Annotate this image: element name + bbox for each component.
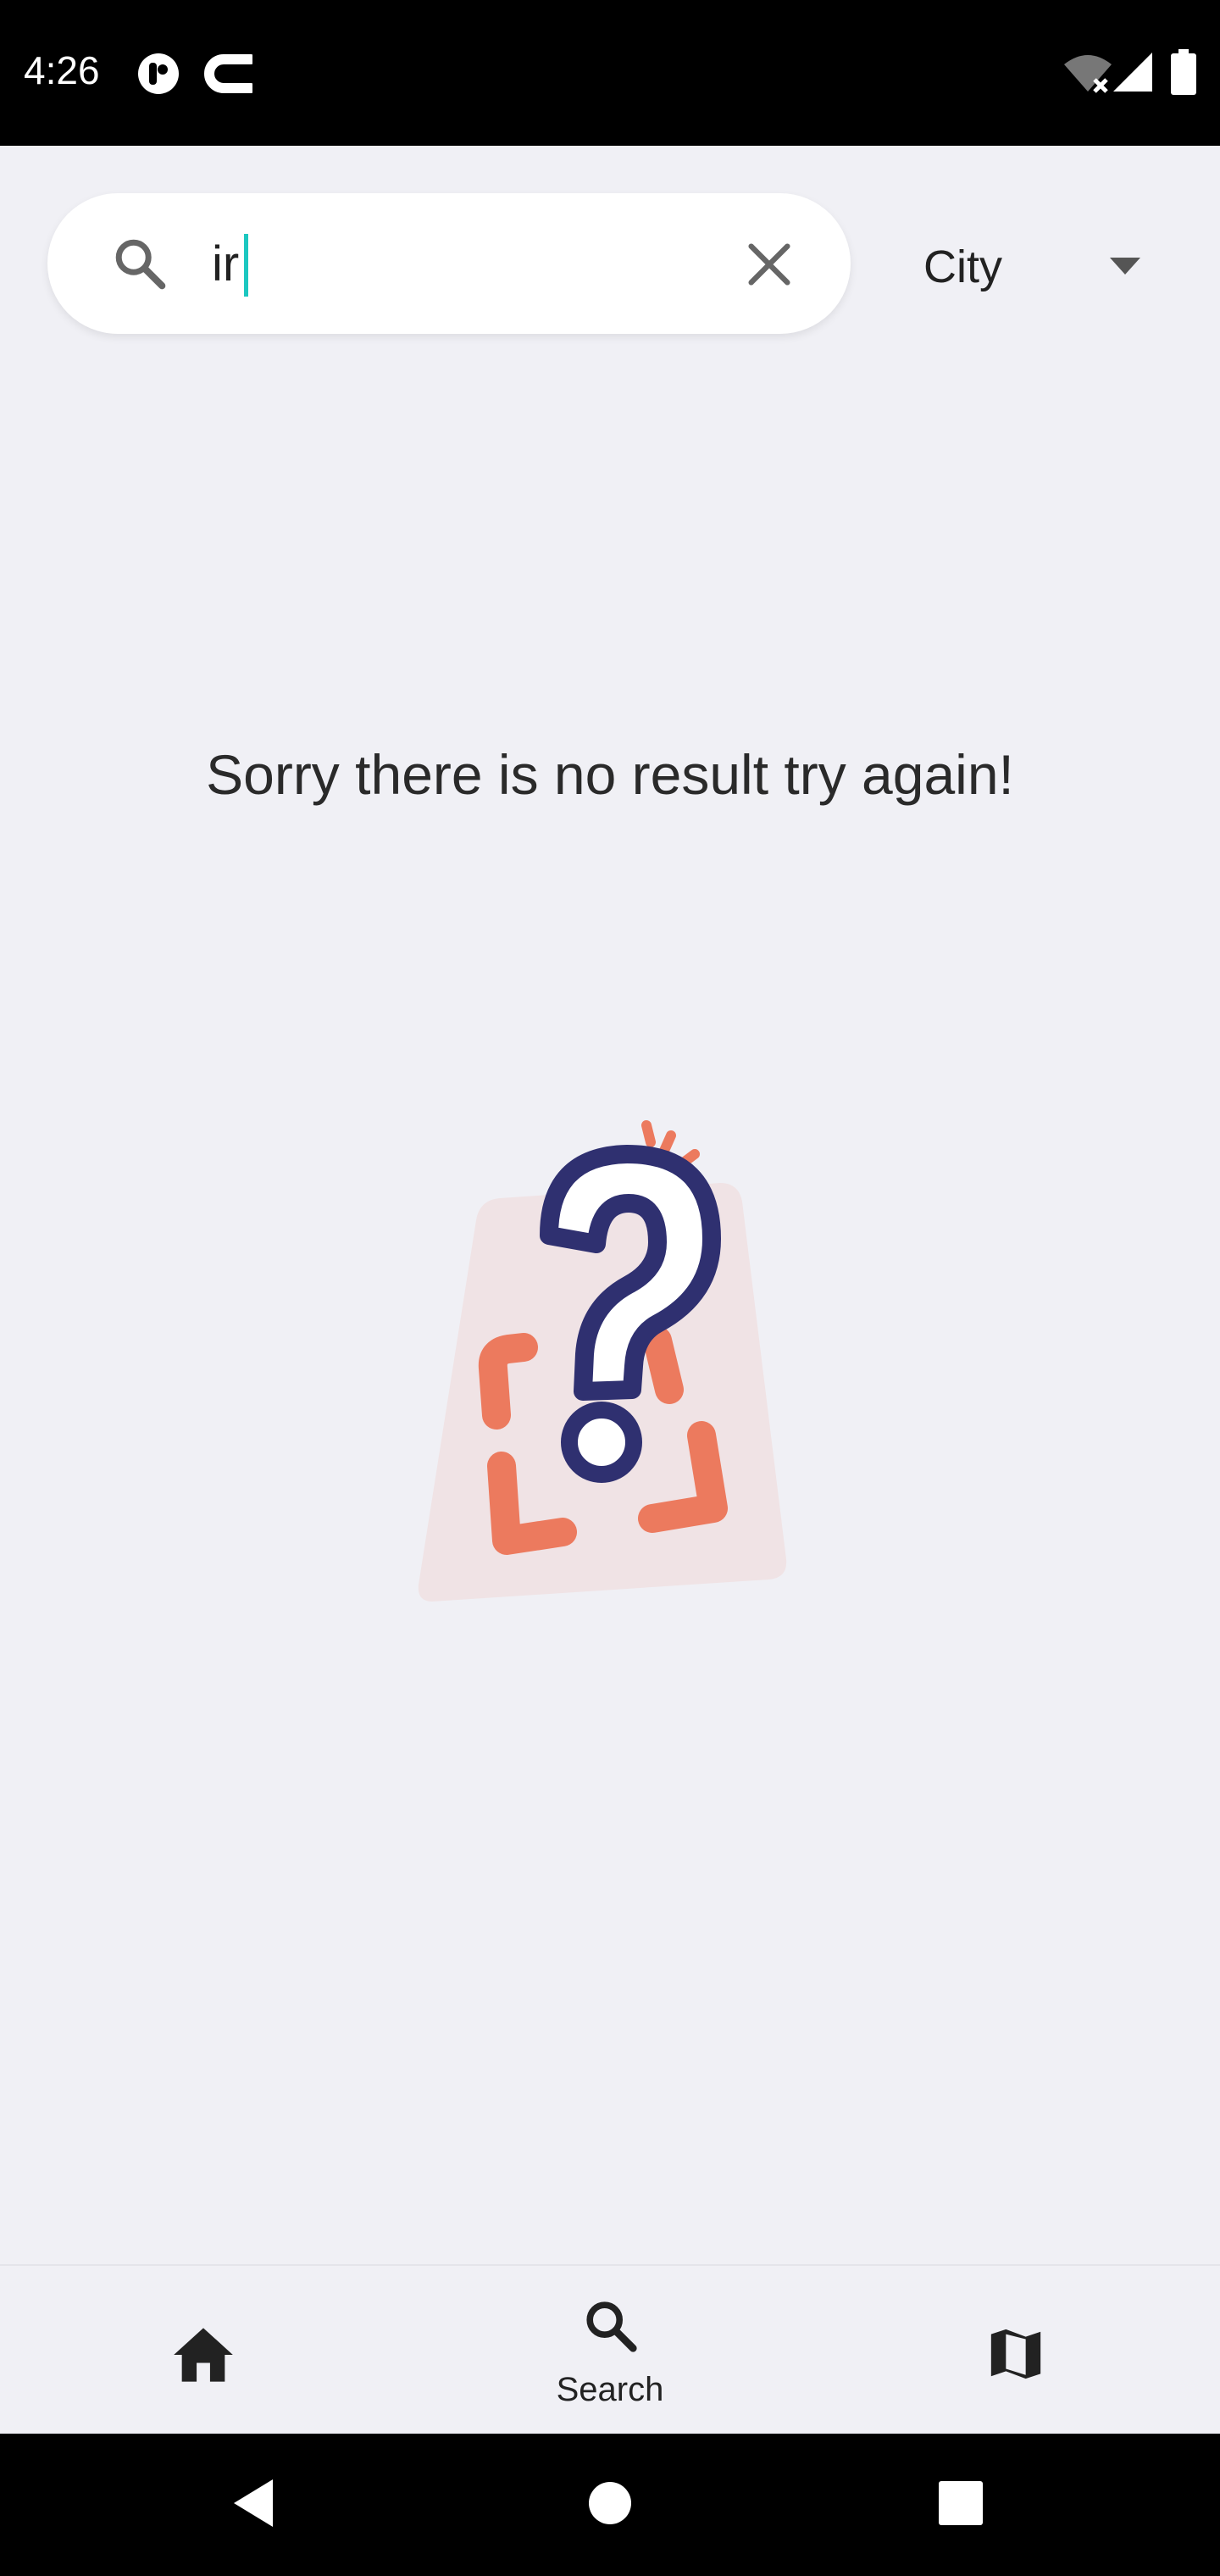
system-nav-bar <box>0 2434 1220 2576</box>
battery-icon <box>1171 49 1196 95</box>
wifi-off-icon <box>1064 55 1112 93</box>
text-caret <box>244 234 248 297</box>
signal-icon <box>1113 53 1152 92</box>
home-circle-icon[interactable] <box>588 2481 632 2525</box>
nav-item-map[interactable] <box>932 2266 1101 2435</box>
c-app-icon <box>204 54 252 93</box>
status-bar: 4:26 <box>0 0 1220 146</box>
nav-label-search: Search <box>556 2371 664 2408</box>
city-dropdown-label: City <box>923 242 1002 292</box>
status-time: 4:26 <box>24 48 100 92</box>
home-icon <box>174 2328 233 2382</box>
chevron-down-icon <box>1110 258 1140 275</box>
question-mark-illustration <box>418 1120 787 1602</box>
empty-state-message: Sorry there is no result try again! <box>206 743 1014 806</box>
search-input[interactable] <box>212 222 720 307</box>
nav-item-search[interactable]: Search <box>525 2266 695 2435</box>
map-icon <box>990 2329 1041 2379</box>
back-icon[interactable] <box>229 2476 280 2530</box>
clear-icon[interactable] <box>742 237 796 291</box>
search-icon <box>586 2301 637 2352</box>
city-dropdown[interactable]: City <box>898 220 1152 314</box>
app-badge-icon <box>138 53 179 94</box>
recents-icon[interactable] <box>939 2481 983 2525</box>
bottom-nav: Search <box>0 2264 1220 2434</box>
screen: 4:26 City <box>0 0 1220 2576</box>
nav-item-home[interactable] <box>119 2266 288 2435</box>
search-icon <box>115 239 166 290</box>
